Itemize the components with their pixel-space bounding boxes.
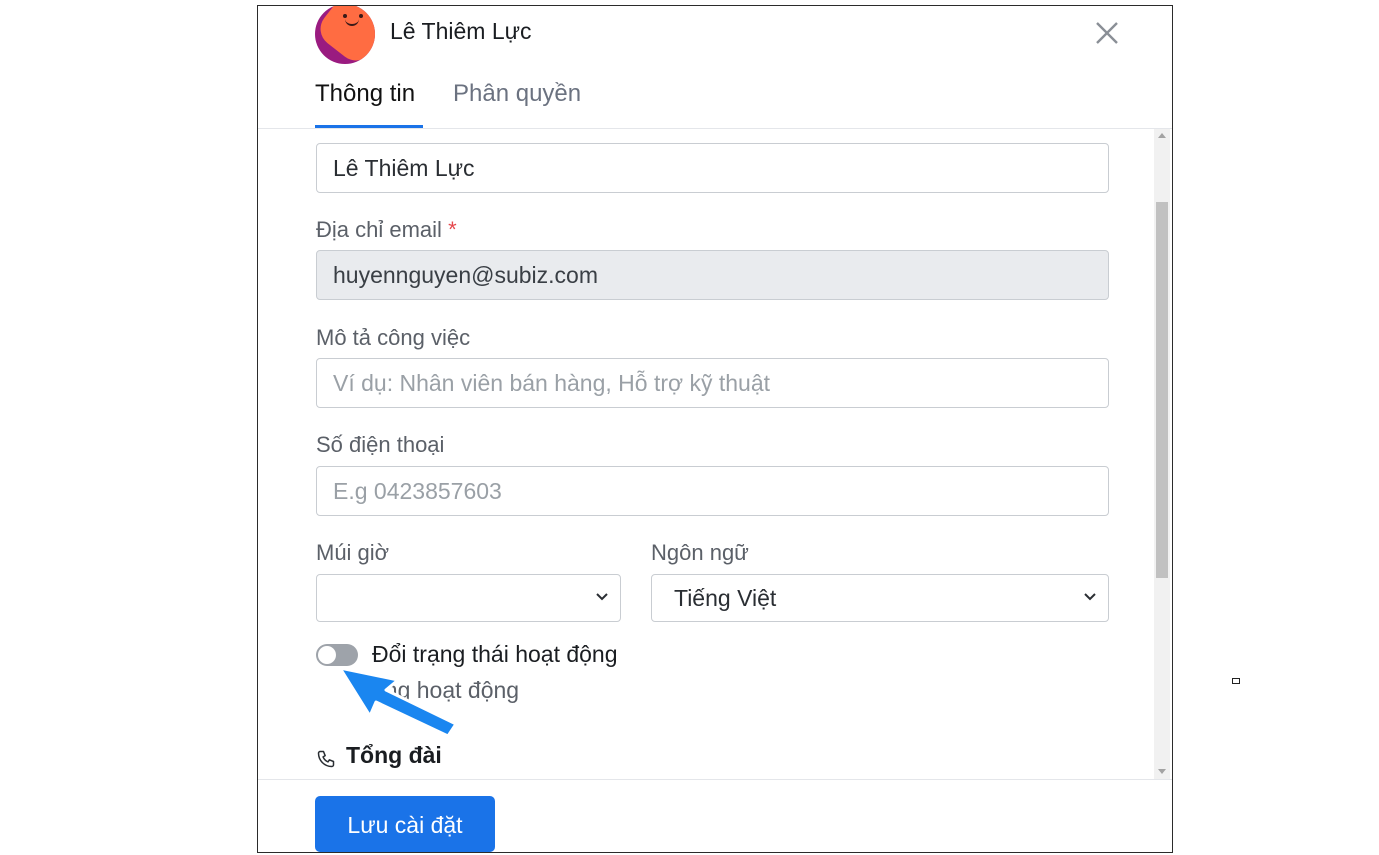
toggle-knob — [318, 646, 336, 664]
close-icon[interactable] — [1094, 20, 1120, 46]
active-tab-indicator — [315, 125, 423, 128]
modal-header: Lê Thiêm Lực Thông tin Phân quyền — [258, 6, 1172, 129]
avatar — [315, 6, 375, 64]
scroll-thumb[interactable] — [1156, 202, 1168, 578]
email-field: huyennguyen@subiz.com — [316, 250, 1109, 300]
job-description-input[interactable]: Ví dụ: Nhân viên bán hàng, Hỗ trợ kỹ thu… — [316, 358, 1109, 408]
small-marker — [1232, 678, 1240, 684]
language-value: Tiếng Việt — [674, 585, 777, 611]
job-description-label: Mô tả công việc — [316, 325, 471, 350]
email-label: Địa chỉ email * — [316, 217, 457, 242]
language-label: Ngôn ngữ — [651, 540, 749, 565]
scrollbar[interactable] — [1154, 129, 1170, 779]
save-button[interactable]: Lưu cài đặt — [315, 796, 495, 852]
user-name: Lê Thiêm Lực — [390, 18, 532, 44]
modal-footer: Lưu cài đặt — [258, 779, 1172, 852]
scroll-down-icon[interactable] — [1158, 769, 1166, 774]
chevron-down-icon — [1084, 593, 1096, 601]
tab-permissions[interactable]: Phân quyền — [453, 80, 581, 108]
chevron-down-icon — [596, 593, 608, 601]
scroll-up-icon[interactable] — [1158, 133, 1166, 138]
phone-label: Số điện thoại — [316, 432, 445, 457]
tab-info[interactable]: Thông tin — [315, 80, 415, 108]
timezone-label: Múi giờ — [316, 540, 390, 565]
phone-input[interactable]: E.g 0423857603 — [316, 466, 1109, 516]
phone-icon — [317, 750, 335, 768]
pointer-arrow-icon — [338, 666, 458, 738]
language-select[interactable]: Tiếng Việt — [651, 574, 1109, 622]
timezone-select[interactable] — [316, 574, 621, 622]
required-mark: * — [448, 217, 457, 242]
switchboard-section-title: Tổng đài — [346, 742, 442, 768]
name-field[interactable]: Lê Thiêm Lực — [316, 143, 1109, 193]
